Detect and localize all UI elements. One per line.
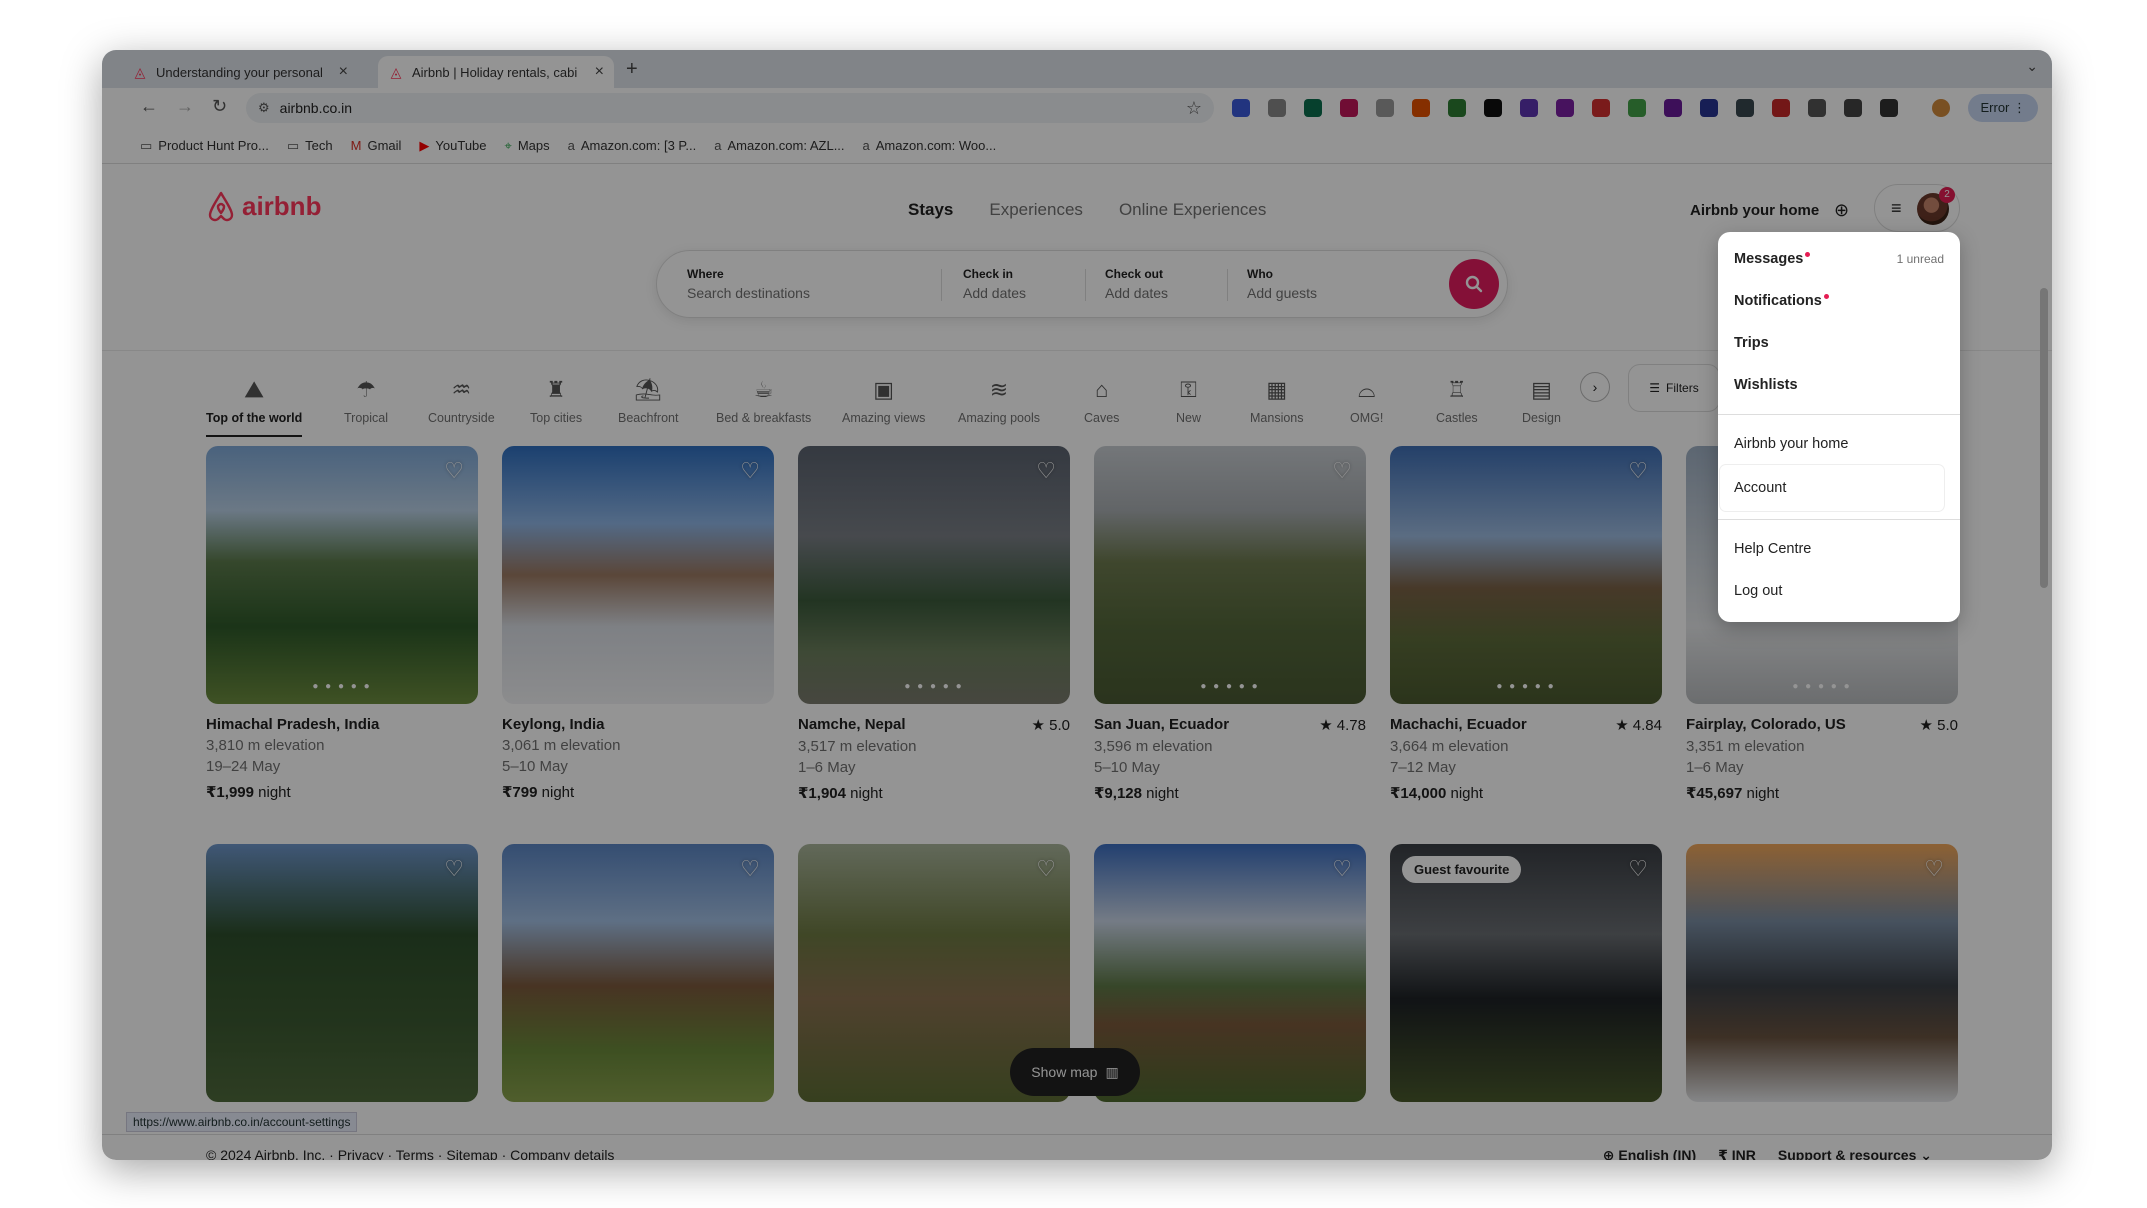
menu-messages[interactable]: Messages 1 unread	[1718, 238, 1960, 280]
menu-label: Trips	[1734, 335, 1769, 351]
menu-wishlists[interactable]: Wishlists	[1718, 364, 1960, 406]
unread-dot	[1823, 294, 1829, 299]
menu-label: Notifications	[1734, 293, 1822, 309]
menu-label: Account	[1734, 480, 1787, 496]
menu-notifications[interactable]: Notifications	[1718, 280, 1960, 322]
menu-label: Wishlists	[1734, 377, 1798, 393]
unread-count: 1 unread	[1896, 252, 1944, 266]
user-dropdown-menu: Messages 1 unread Notifications Trips Wis…	[1718, 232, 1960, 622]
menu-label: Log out	[1734, 583, 1783, 599]
menu-label: Help Centre	[1734, 541, 1812, 557]
menu-trips[interactable]: Trips	[1718, 322, 1960, 364]
menu-log-out[interactable]: Log out	[1718, 570, 1960, 612]
menu-account[interactable]: Account	[1720, 465, 1944, 511]
browser-window: ◬ Understanding your personal × ◬ Airbnb…	[102, 50, 2052, 1160]
menu-airbnb-your-home[interactable]: Airbnb your home	[1718, 423, 1960, 465]
menu-divider	[1718, 414, 1960, 415]
menu-label: Airbnb your home	[1734, 436, 1849, 452]
menu-label: Messages	[1734, 251, 1804, 267]
menu-help-centre[interactable]: Help Centre	[1718, 528, 1960, 570]
unread-dot	[1805, 252, 1811, 257]
menu-divider	[1718, 519, 1960, 520]
